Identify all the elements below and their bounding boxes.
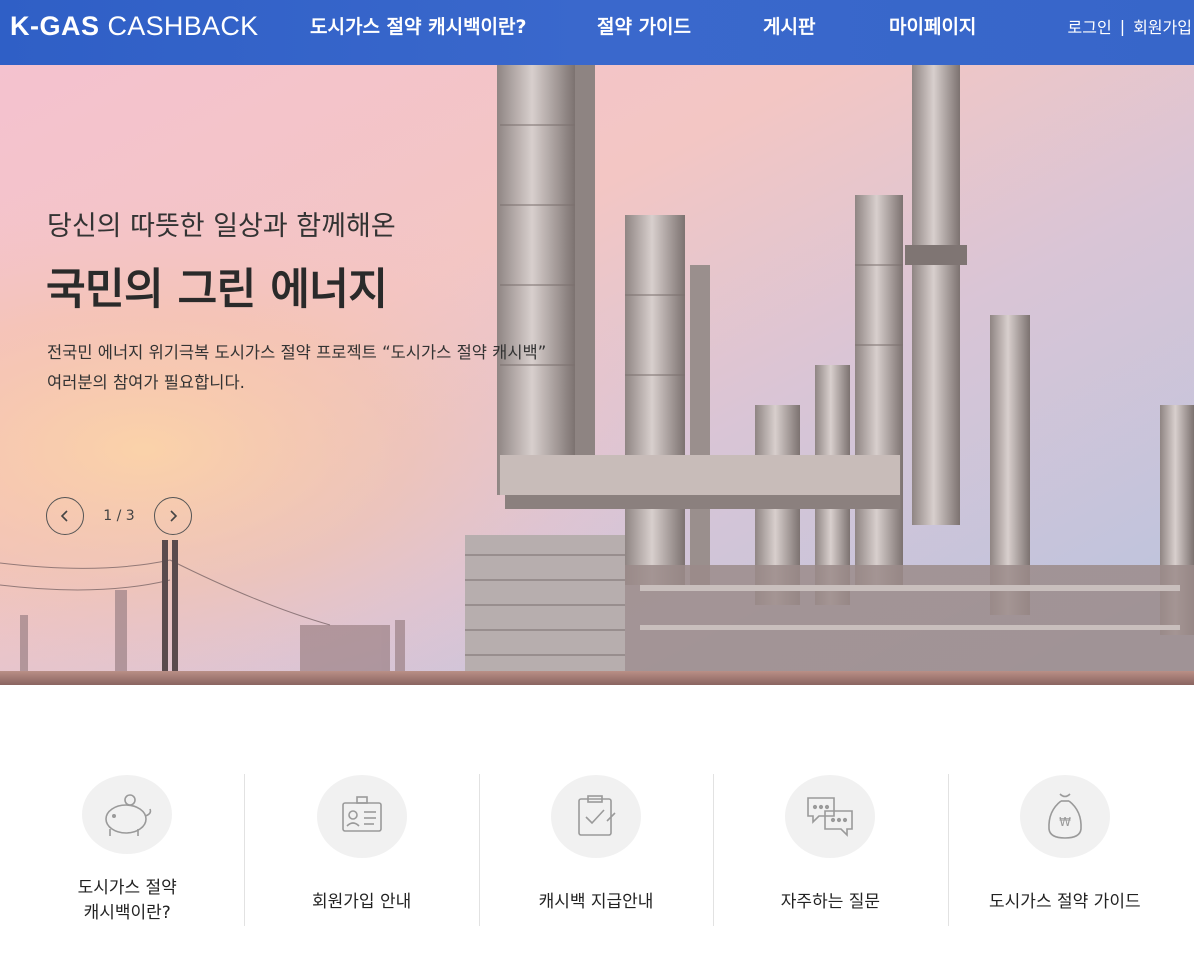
quick-item-label: 자주하는 질문 [781, 880, 880, 926]
slide-pager: 1 / 3 [46, 496, 192, 536]
piggy-bank-icon [105, 793, 152, 836]
id-card-icon [341, 796, 382, 833]
quick-item-label: 캐시백 지급안내 [539, 880, 654, 926]
quick-icon-circle [316, 775, 407, 858]
auth-links: 로그인 | 회원가입 [1068, 14, 1192, 38]
hero-title: 국민의 그린 에너지 [46, 265, 388, 315]
quick-icon-circle [551, 775, 642, 858]
top-header: K-GAS CASHBACK 도시가스 절약 캐시백이란? 절약 가이드 게시판… [0, 0, 1194, 65]
next-slide-button[interactable] [154, 497, 192, 535]
quick-item-label: 도시가스 절약 캐시백이란? [78, 876, 177, 926]
quick-item-label-text: 캐시백 지급안내 [538, 892, 654, 913]
quick-icon-circle: ₩ [1019, 775, 1110, 858]
quick-menu: 도시가스 절약 캐시백이란? 회원가입 안내 캐시백 지급안내 자주하는 질문 … [10, 774, 1182, 926]
auth-separator: | [1119, 16, 1126, 36]
quick-item-label: 회원가입 안내 [312, 880, 411, 926]
slide-counter: 1 / 3 [103, 508, 135, 524]
hero-subtitle: 당신의 따뜻한 일상과 함께해온 [47, 211, 396, 242]
chevron-right-icon [170, 510, 178, 522]
quick-item-label-text: 회원가입 안내 [311, 892, 412, 913]
quick-item-label-text: 도시가스 절약 가이드 [989, 892, 1141, 913]
quick-item-label-text: 자주하는 질문 [780, 892, 881, 913]
quick-item-faq[interactable]: 자주하는 질문 [713, 774, 947, 926]
login-link[interactable]: 로그인 [1068, 14, 1112, 38]
quick-item-cashback-intro[interactable]: 도시가스 절약 캐시백이란? [10, 774, 244, 926]
clipboard-check-icon [578, 795, 616, 837]
money-bag-icon: ₩ [1047, 793, 1082, 840]
nav-item-saving-guide[interactable]: 절약 가이드 [597, 12, 691, 39]
svg-text:₩: ₩ [1059, 815, 1071, 829]
quick-icon-circle [785, 775, 876, 858]
logo-light-text: CASHBACK [107, 10, 259, 41]
nav-item-board[interactable]: 게시판 [763, 12, 815, 39]
quick-item-label-text: 도시가스 절약 캐시백이란? [77, 878, 177, 923]
logo-strong-text: K-GAS [10, 10, 100, 41]
speech-bubbles-icon [807, 797, 854, 838]
hero-description: 전국민 에너지 위기극복 도시가스 절약 프로젝트 “도시가스 절약 캐시백” … [47, 338, 546, 398]
chevron-left-icon [60, 510, 68, 522]
hero-description-line-2: 여러분의 참여가 필요합니다. [47, 373, 245, 392]
quick-icon-circle [82, 775, 173, 854]
quick-item-cashback-payment[interactable]: 캐시백 지급안내 [478, 774, 713, 926]
signup-link[interactable]: 회원가입 [1133, 14, 1192, 38]
hero-banner: 당신의 따뜻한 일상과 함께해온 국민의 그린 에너지 전국민 에너지 위기극복… [0, 65, 1194, 685]
hero-description-line-1: 전국민 에너지 위기극복 도시가스 절약 프로젝트 “도시가스 절약 캐시백” [47, 343, 547, 362]
quick-item-label: 도시가스 절약 가이드 [989, 880, 1141, 926]
quick-item-saving-guide[interactable]: ₩ 도시가스 절약 가이드 [947, 774, 1182, 926]
prev-slide-button[interactable] [46, 497, 84, 535]
nav-item-mypage[interactable]: 마이페이지 [889, 12, 976, 39]
nav-item-cashback-intro[interactable]: 도시가스 절약 캐시백이란? [310, 12, 527, 39]
site-logo[interactable]: K-GAS CASHBACK [10, 10, 258, 42]
quick-item-signup-guide[interactable]: 회원가입 안내 [244, 774, 478, 926]
